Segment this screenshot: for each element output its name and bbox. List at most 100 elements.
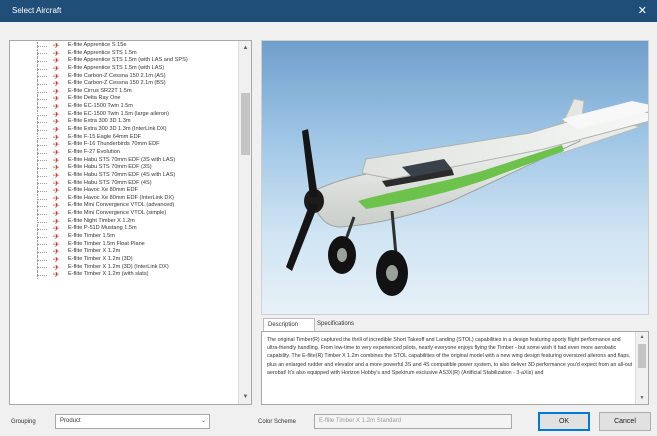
tree-item[interactable]: ✈ E-flite Timber X 1.2m (3D) (InterLink D…	[10, 263, 238, 272]
color-scheme-select[interactable]: E-flite Timber X 1.2m Standard	[314, 414, 512, 429]
tree-connector	[32, 210, 50, 218]
tree-item[interactable]: ✈ E-flite EC-1500 Twin 1.5m	[10, 103, 238, 111]
color-scheme-value: E-flite Timber X 1.2m Standard	[319, 418, 402, 424]
scroll-thumb[interactable]	[241, 93, 250, 155]
tree-connector	[32, 255, 50, 264]
tree-connector	[32, 171, 50, 180]
scroll-up-icon[interactable]: ▲	[636, 332, 648, 343]
airplane-icon: ✈	[53, 234, 60, 240]
tree-item-label: E-flite Night Timber X 1.2m	[68, 217, 135, 224]
tree-item-label: E-flite Habu STS 70mm EDF (3S with LAS)	[68, 156, 176, 163]
aircraft-preview	[261, 40, 649, 315]
tree-item-label: E-flite Timber X 1.2m	[68, 248, 121, 255]
tree-item[interactable]: ✈ E-flite Timber X 1.2m (with slats)	[10, 271, 238, 279]
ok-button[interactable]: OK	[538, 412, 590, 431]
tree-item[interactable]: ✈ E-flite Apprentice STS 1.5m (with LAS a…	[10, 57, 238, 65]
description-scrollbar[interactable]: ▲ ▼	[635, 332, 648, 404]
tree-item[interactable]: ✈ E-flite Carbon-Z Cessna 150 2.1m (BS)	[10, 80, 238, 88]
tree-item[interactable]: ✈ E-flite Mini Convergence VTOL (advanced…	[10, 202, 238, 210]
tree-connector	[32, 133, 50, 142]
tree-item[interactable]: ✈ E-flite Delta Ray One	[10, 95, 238, 103]
tree-item[interactable]: ✈ E-flite Timber X 1.2m (3D)	[10, 255, 238, 264]
tree-item[interactable]: ✈ E-flite EC-1500 Twin 1.5m (large ailero…	[10, 110, 238, 119]
description-panel: The original Timber(R) captured the thri…	[261, 331, 649, 405]
tree-connector	[32, 126, 50, 134]
tree-connector	[32, 271, 50, 279]
tree-item-label: E-flite EC-1500 Twin 1.5m	[68, 103, 133, 110]
airplane-icon: ✈	[53, 188, 60, 194]
aircraft-tree[interactable]: ✈ E-flite Apprentice S 15e ✈ E-flite Appren…	[9, 40, 252, 405]
tree-item-label: E-flite Timber X 1.2m (3D)	[68, 255, 133, 262]
tree-item[interactable]: ✈ E-flite Havoc Xe 80mm EDF	[10, 187, 238, 195]
airplane-icon: ✈	[53, 81, 60, 87]
tree-connector	[32, 263, 50, 272]
airplane-icon: ✈	[53, 165, 60, 171]
scroll-up-icon[interactable]: ▲	[239, 41, 251, 55]
tree-item[interactable]: ✈ E-flite Habu STS 70mm EDF (4S)	[10, 179, 238, 188]
tree-item-label: E-flite Habu STS 70mm EDF (4S with LAS)	[68, 171, 176, 178]
tree-item[interactable]: ✈ E-flite F-16 Thunderbirds 70mm EDF	[10, 141, 238, 149]
tree-scrollbar[interactable]: ▲ ▼	[238, 41, 251, 404]
tree-item-label: E-flite P-51D Mustang 1.5m	[68, 225, 137, 232]
airplane-icon: ✈	[53, 88, 60, 94]
cancel-button[interactable]: Cancel	[599, 412, 651, 431]
tree-item[interactable]: ✈ E-flite Apprentice STS 1.5m (with LAS)	[10, 64, 238, 73]
tree-item[interactable]: ✈ E-flite Extra 300 3D 1.3m	[10, 118, 238, 126]
airplane-icon: ✈	[53, 241, 60, 247]
tree-item-label: E-flite Mini Convergence VTOL (advanced)	[68, 202, 175, 209]
tree-item[interactable]: ✈ E-flite Habu STS 70mm EDF (3S)	[10, 164, 238, 172]
tree-item[interactable]: ✈ E-flite Cirrus SR22T 1.5m	[10, 87, 238, 96]
tree-item[interactable]: ✈ E-flite Havoc Xe 80mm EDF (InterLink DX…	[10, 194, 238, 203]
tree-item[interactable]: ✈ E-flite Timber 1.5m	[10, 233, 238, 241]
tree-item-label: E-flite Cirrus SR22T 1.5m	[68, 87, 132, 94]
tree-item-label: E-flite Extra 300 3D 1.3m	[68, 118, 131, 125]
tree-item[interactable]: ✈ E-flite Timber X 1.2m	[10, 248, 238, 256]
tree-item[interactable]: ✈ E-flite Timber 1.5m Float Plane	[10, 240, 238, 249]
tree-item-label: E-flite Apprentice STS 1.5m (with LAS)	[68, 64, 165, 71]
tree-item-label: E-flite Havoc Xe 80mm EDF	[68, 187, 138, 194]
tree-item-label: E-flite F-16 Thunderbirds 70mm EDF	[68, 141, 160, 148]
tree-connector	[32, 164, 50, 172]
tree-connector	[32, 110, 50, 119]
tree-connector	[32, 248, 50, 256]
tree-item-label: E-flite F-27 Evolution	[68, 148, 120, 155]
tree-connector	[32, 141, 50, 149]
tree-connector	[32, 49, 50, 58]
tree-item-label: E-flite Havoc Xe 80mm EDF (InterLink DX)	[68, 194, 174, 201]
grouping-select[interactable]: Product ⌄	[55, 414, 210, 429]
grouping-value: Product	[60, 418, 81, 424]
airplane-icon: ✈	[53, 249, 60, 255]
tree-item[interactable]: ✈ E-flite Night Timber X 1.2m	[10, 217, 238, 226]
tree-item[interactable]: ✈ E-flite Carbon-Z Cessna 150 2.1m (AS)	[10, 72, 238, 81]
tree-item[interactable]: ✈ E-flite Extra 300 3D 1.3m (InterLink DX…	[10, 126, 238, 134]
tree-item[interactable]: ✈ E-flite Habu STS 70mm EDF (4S with LAS)	[10, 171, 238, 180]
tree-item[interactable]: ✈ E-flite F-27 Evolution	[10, 148, 238, 157]
scroll-down-icon[interactable]: ▼	[239, 390, 251, 404]
tree-connector	[32, 202, 50, 210]
tree-item-label: E-flite Apprentice STS 1.5m (with LAS an…	[68, 57, 188, 64]
scroll-down-icon[interactable]: ▼	[636, 393, 648, 404]
tree-item[interactable]: ✈ E-flite Apprentice STS 1.5m	[10, 49, 238, 58]
tree-connector	[32, 156, 50, 165]
description-text: The original Timber(R) captured the thri…	[267, 337, 633, 376]
tab-description[interactable]: Description	[263, 318, 315, 332]
tree-item-label: E-flite Extra 300 3D 1.3m (InterLink DX)	[68, 126, 167, 133]
tree-connector	[32, 80, 50, 88]
tree-connector	[32, 225, 50, 233]
chevron-down-icon: ⌄	[200, 418, 206, 424]
tree-connector	[32, 42, 50, 50]
close-icon[interactable]: ✕	[638, 4, 647, 17]
airplane-icon: ✈	[53, 119, 60, 125]
tab-specifications[interactable]: Specifications	[313, 318, 358, 331]
airplane-icon: ✈	[53, 50, 60, 56]
tree-item-label: E-flite Carbon-Z Cessna 150 2.1m (BS)	[68, 80, 166, 87]
tree-item[interactable]: ✈ E-flite Habu STS 70mm EDF (3S with LAS)	[10, 156, 238, 165]
tree-item[interactable]: ✈ E-flite Mini Convergence VTOL (simple)	[10, 210, 238, 218]
tree-item-label: E-flite Apprentice S 15e	[68, 42, 127, 48]
scroll-thumb[interactable]	[638, 344, 646, 368]
tree-item[interactable]: ✈ E-flite F-15 Eagle 64mm EDF	[10, 133, 238, 142]
tree-item[interactable]: ✈ E-flite P-51D Mustang 1.5m	[10, 225, 238, 233]
tree-item[interactable]: ✈ E-flite Apprentice S 15e	[10, 42, 238, 50]
tree-item-label: E-flite Delta Ray One	[68, 95, 121, 102]
airplane-icon: ✈	[53, 226, 60, 232]
